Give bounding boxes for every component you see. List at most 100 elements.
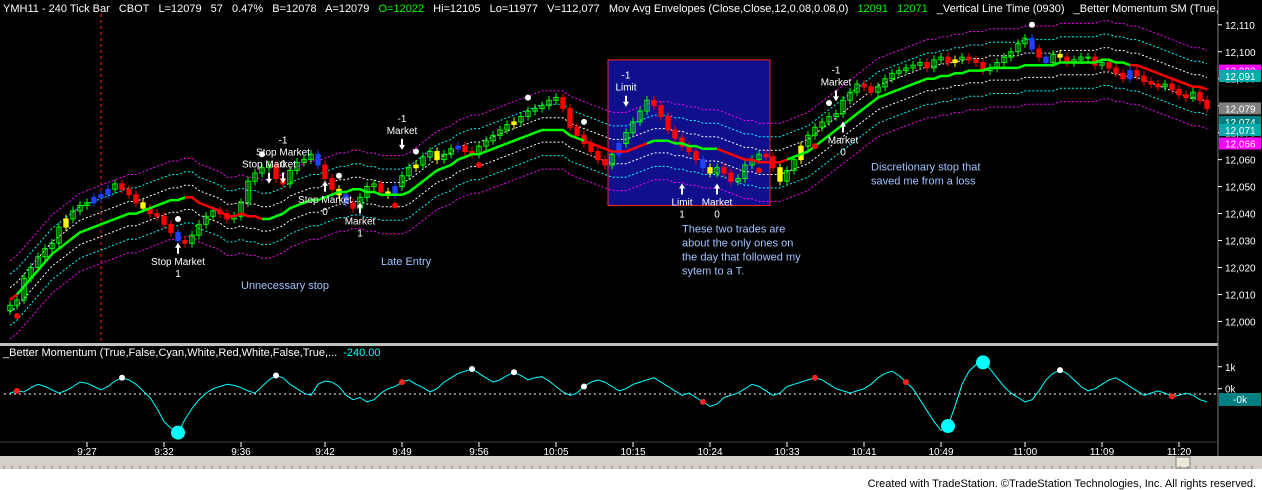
trade-label: -1: [832, 65, 841, 76]
candle-body: [924, 62, 930, 69]
signal-dot-high: [336, 172, 342, 179]
panel-separator: [0, 343, 1262, 346]
candle-body: [1113, 67, 1119, 74]
annotation-note: Late Entry: [381, 256, 432, 268]
price-tick-label: 12,060: [1225, 156, 1256, 167]
annotation-note: Discretionary stop that: [871, 161, 980, 173]
momentum-dot: [976, 355, 990, 370]
candle-body: [322, 164, 328, 179]
momentum-dot: [700, 398, 706, 405]
candle-body: [1127, 70, 1133, 80]
candle-body: [1155, 83, 1161, 88]
price-marker-label: 12,091: [1225, 72, 1256, 83]
candle-body: [665, 115, 671, 131]
candle-body: [91, 196, 97, 204]
candle-body: [595, 151, 601, 161]
candle-body: [763, 153, 769, 158]
price-marker-label: 12,066: [1225, 139, 1256, 150]
price-tick-label: 12,030: [1225, 237, 1256, 248]
trade-arrow-up: [175, 242, 181, 254]
momentum-value: -240.00: [343, 347, 381, 359]
momentum-dot: [511, 369, 517, 376]
footer-credit: Created with TradeStation. ©TradeStation…: [867, 478, 1256, 490]
momentum-tick-label: 1k: [1225, 363, 1237, 374]
momentum-dot: [903, 379, 909, 386]
candle-body: [1183, 94, 1189, 99]
trade-label: Stop Market: [242, 160, 296, 171]
price-tick-label: 12,100: [1225, 48, 1256, 59]
candle-body: [1204, 99, 1210, 109]
trade-label: 1: [357, 228, 363, 239]
price-tick-label: 12,040: [1225, 210, 1256, 221]
trade-label: Limit: [615, 83, 636, 94]
trade-arrow-up: [322, 180, 328, 192]
candle-body: [1043, 56, 1049, 64]
candle-body: [511, 121, 517, 126]
candle-body: [707, 167, 713, 174]
candle-body: [126, 188, 132, 196]
candle-body: [413, 164, 419, 169]
candle-body: [560, 97, 566, 109]
candle-body: [1085, 56, 1091, 59]
trade-label: Stop Market: [298, 195, 352, 206]
candle-body: [567, 107, 573, 128]
candle-body: [1197, 91, 1203, 101]
signal-dot-low: [812, 143, 818, 150]
candle-body: [1134, 70, 1140, 77]
signal-dot-high: [581, 118, 587, 125]
momentum-dot: [581, 383, 587, 390]
annotation-note: about the only ones on: [682, 237, 793, 249]
trade-label: Market: [387, 126, 418, 137]
annotation-note: saved me from a loss: [871, 175, 976, 187]
candle-body: [182, 240, 188, 244]
momentum-study-label[interactable]: _Better Momentum (True,False,Cyan,White,…: [3, 347, 337, 359]
price-tick-label: 12,020: [1225, 263, 1256, 274]
trade-label: -1: [279, 135, 288, 146]
candle-body: [1176, 89, 1182, 96]
candle-body: [98, 194, 104, 198]
signal-dot-low: [756, 167, 762, 174]
price-tick-label: 12,010: [1225, 290, 1256, 301]
candle-body: [700, 159, 706, 169]
trade-label: 1: [679, 209, 685, 220]
candle-body: [63, 218, 69, 228]
candle-body: [378, 183, 384, 193]
candle-body: [658, 105, 664, 117]
candle-body: [1057, 53, 1063, 58]
trade-label: Market: [345, 216, 376, 227]
candle-body: [434, 151, 440, 161]
trade-label: Limit: [671, 197, 692, 208]
trade-label: Market: [821, 77, 852, 88]
price-chart[interactable]: Stop Market1Stop Market-1Stop Market0Sto…: [0, 0, 1262, 490]
candle-body: [651, 99, 657, 107]
candle-body: [973, 59, 979, 64]
momentum-dot: [1169, 393, 1175, 400]
momentum-dot: [14, 387, 20, 394]
momentum-dot: [812, 374, 818, 381]
price-marker-label: 12,071: [1225, 126, 1256, 137]
candle-body: [119, 183, 125, 190]
candle-body: [140, 202, 146, 209]
momentum-dot: [273, 372, 279, 379]
trade-label: 0: [840, 147, 846, 158]
trade-label: Market: [702, 197, 733, 208]
signal-dot-high: [525, 94, 531, 101]
momentum-dot: [1057, 367, 1063, 374]
candle-body: [1029, 37, 1035, 50]
signal-dot-low: [392, 202, 398, 209]
ma-line-segment-0: [9, 293, 18, 301]
candle-body: [945, 56, 951, 64]
momentum-dot: [469, 365, 475, 372]
signal-dot-high: [175, 215, 181, 222]
signal-dot-low: [14, 313, 20, 320]
candle-body: [105, 188, 111, 196]
trade-arrow-down: [266, 172, 272, 184]
candle-body: [868, 86, 874, 93]
momentum-line: [9, 361, 1208, 434]
candle-body: [315, 153, 321, 166]
trade-label: 0: [322, 207, 328, 218]
candle-body: [455, 145, 461, 150]
price-tick-label: 12,050: [1225, 183, 1256, 194]
candle-body: [329, 178, 335, 190]
candle-body: [861, 83, 867, 88]
